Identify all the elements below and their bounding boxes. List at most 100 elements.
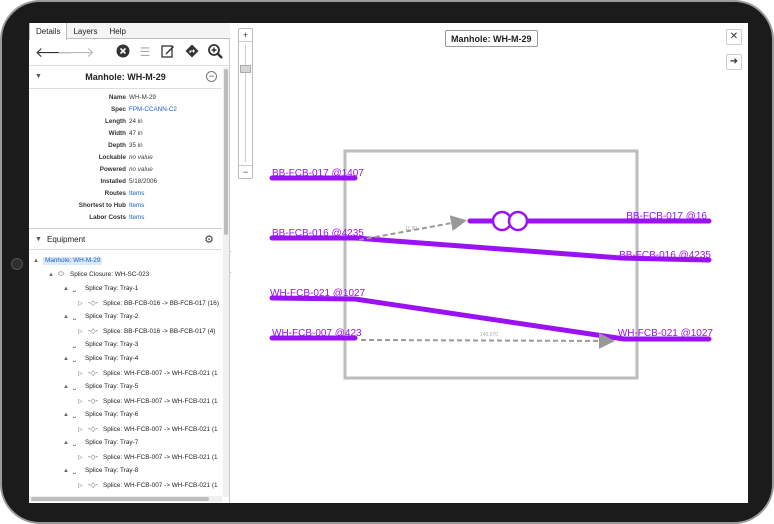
attribute-key: Shortest to Hub <box>78 202 126 209</box>
tree-item-label[interactable]: Splice Tray: Tray-5 <box>85 383 138 390</box>
tree-item[interactable]: ▲ ⎵ Splice Tray: Tray-5 <box>63 383 138 397</box>
collapsed-caret-icon[interactable]: ▷ <box>78 328 88 335</box>
link-label: 140.070 <box>480 332 498 338</box>
tree-item-label[interactable]: Splice Tray: Tray-2 <box>85 313 138 320</box>
home-button[interactable] <box>11 258 23 270</box>
splice-link-arrow[interactable] <box>360 332 615 349</box>
tree-item-label[interactable]: Splice: WH-FCB-007 -> WH-FCB-021 (1 <box>103 426 218 433</box>
caret-down-icon[interactable]: ▼ <box>35 236 42 243</box>
tree-item[interactable]: ▷ -◇- Splice: WH-FCB-007 -> WH-FCB-021 (1 <box>78 397 218 411</box>
tree-item[interactable]: ▷ -◇- Splice: WH-FCB-007 -> WH-FCB-021 (1 <box>78 453 218 467</box>
tree-item-label[interactable]: Splice Tray: Tray-4 <box>85 355 138 362</box>
tray-icon: ⎵ <box>73 341 76 348</box>
back-arrow-icon[interactable]: 🡐 <box>35 44 73 60</box>
expanded-caret-icon[interactable]: ▲ <box>63 286 73 292</box>
tab-help[interactable]: Help <box>103 23 131 39</box>
attribute-row: Shortest to Hub Items <box>29 201 222 213</box>
tree-item-label[interactable]: Splice Tray: Tray-6 <box>85 411 138 418</box>
splice-connector-icon[interactable] <box>507 210 529 232</box>
expanded-caret-icon[interactable]: ▲ <box>63 440 73 446</box>
schematic-view[interactable]: BB-FCB-017 @1407 BB-FCB-016 @4235 WH-FCB-0… <box>231 23 748 503</box>
tree-item-label[interactable]: Splice Tray: Tray-1 <box>85 285 138 292</box>
splice-icon: -◇- <box>88 328 99 335</box>
zoom-in-button[interactable]: + <box>239 29 252 42</box>
equipment-header[interactable]: ▼ Equipment ⚙ <box>29 228 222 250</box>
collapsed-caret-icon[interactable]: ▷ <box>78 370 88 377</box>
tree-horizontal-scrollbar[interactable] <box>29 496 222 502</box>
splice-icon: -◇- <box>88 300 99 307</box>
collapsed-caret-icon[interactable]: ▷ <box>78 426 88 433</box>
tree-item-label[interactable]: Splice Closure: WH-SC-023 <box>70 271 149 278</box>
tree-item[interactable]: ▲ ⎵ Splice Tray: Tray-6 <box>63 411 138 425</box>
collapsed-caret-icon[interactable]: ▷ <box>78 454 88 461</box>
collapsed-caret-icon[interactable]: ▷ <box>78 398 88 405</box>
expanded-caret-icon[interactable]: ▲ <box>63 314 73 320</box>
clear-icon[interactable] <box>115 44 131 60</box>
tree-item[interactable]: ▲ ⎵ Splice Tray: Tray-1 <box>63 285 138 299</box>
collapsed-caret-icon[interactable]: ▷ <box>78 482 88 489</box>
scroll-thumb[interactable] <box>224 69 228 235</box>
attribute-value[interactable]: Items <box>129 190 144 197</box>
directions-icon[interactable] <box>184 44 200 60</box>
tree-item[interactable]: ▲ ⎵ Splice Tray: Tray-7 <box>63 439 138 453</box>
tree-item[interactable]: ▷ -◇- Splice: WH-FCB-007 -> WH-FCB-021 (1 <box>78 425 218 439</box>
feature-header[interactable]: ▼ Manhole: WH-M-29 − <box>29 67 222 89</box>
attribute-row: Routes Items <box>29 189 222 201</box>
tree-item-label[interactable]: Splice: WH-FCB-007 -> WH-FCB-021 (1 <box>103 370 218 377</box>
equipment-tree: ▲ Manhole: WH-M-29 ▲ ⬭ Splice Closure: WH-SC… <box>29 257 222 495</box>
collapse-icon[interactable]: − <box>206 71 217 82</box>
attribute-list: Name WH-M-29 Spec FPM-CCANN-C2 Length 24 in Wi… <box>29 93 222 225</box>
expanded-caret-icon[interactable]: ▲ <box>63 384 73 390</box>
attribute-value[interactable]: Items <box>129 202 144 209</box>
tray-icon: ⎵ <box>73 355 76 362</box>
expanded-caret-icon[interactable]: ▲ <box>63 412 73 418</box>
forward-arrow-icon[interactable]: 🡒 <box>57 44 95 60</box>
panel-vertical-scrollbar[interactable] <box>223 67 229 497</box>
scroll-thumb[interactable] <box>31 497 209 501</box>
attribute-key: Depth <box>108 142 126 149</box>
tab-layers[interactable]: Layers <box>67 23 103 39</box>
tree-item[interactable]: ▲ ⎵ Splice Tray: Tray-2 <box>63 313 138 327</box>
tree-item[interactable]: ▲ ⎵ Splice Tray: Tray-8 <box>63 467 138 481</box>
tree-item-label[interactable]: Splice: WH-FCB-007 -> WH-FCB-021 (1 <box>103 454 218 461</box>
tray-icon: ⎵ <box>73 383 76 390</box>
edit-icon[interactable] <box>160 44 176 60</box>
expanded-caret-icon[interactable]: ▲ <box>63 356 73 362</box>
tree-item-label[interactable]: Splice Tray: Tray-7 <box>85 439 138 446</box>
expanded-caret-icon[interactable]: ▲ <box>48 272 58 278</box>
tab-details[interactable]: Details <box>29 23 68 40</box>
list-icon[interactable]: ☰ <box>137 44 153 60</box>
tree-item-label[interactable]: Splice Tray: Tray-3 <box>85 341 138 348</box>
expanded-caret-icon[interactable]: ▲ <box>63 468 73 474</box>
attribute-value: 47 in <box>129 130 143 137</box>
attribute-value[interactable]: FPM-CCANN-C2 <box>129 106 177 113</box>
tree-item[interactable]: ▲ ⎵ Splice Tray: Tray-4 <box>63 355 138 369</box>
next-button[interactable]: ➜ <box>726 54 742 70</box>
tree-item-label[interactable]: Splice: WH-FCB-007 -> WH-FCB-021 (1 <box>103 482 218 489</box>
cable-label: BB-FCB-016 @4235 <box>272 228 364 239</box>
tree-item-label[interactable]: Splice: WH-FCB-007 -> WH-FCB-021 (1 <box>103 398 218 405</box>
attribute-value: 5/18/2006 <box>129 178 158 185</box>
tree-item-label[interactable]: Splice: BB-FCB-016 -> BB-FCB-017 (16) <box>103 300 219 307</box>
attribute-row: Width 47 in <box>29 129 222 141</box>
tree-item-label[interactable]: Splice Tray: Tray-8 <box>85 467 138 474</box>
collapsed-caret-icon[interactable]: ▷ <box>78 300 88 307</box>
attribute-row: Name WH-M-29 <box>29 93 222 105</box>
tree-item[interactable]: ▷ -◇- Splice: WH-FCB-007 -> WH-FCB-021 (1 <box>78 369 218 383</box>
zoom-to-icon[interactable] <box>207 44 223 60</box>
tree-item[interactable]: ▲ Manhole: WH-M-29 <box>33 257 103 271</box>
tree-item[interactable]: ▷ -◇- Splice: BB-FCB-016 -> BB-FCB-017 (4) <box>78 327 215 341</box>
attribute-value: WH-M-29 <box>129 94 156 101</box>
tree-item-label[interactable]: Manhole: WH-M-29 <box>43 257 103 265</box>
tree-item[interactable]: ▷ -◇- Splice: WH-FCB-007 -> WH-FCB-021 (1 <box>78 481 218 495</box>
tree-item[interactable]: ▲ ⬭ Splice Closure: WH-SC-023 <box>48 271 149 285</box>
tree-item[interactable]: ⎵ Splice Tray: Tray-3 <box>63 341 138 355</box>
zoom-out-button[interactable]: − <box>239 165 252 178</box>
expanded-caret-icon[interactable]: ▲ <box>33 258 43 264</box>
tree-item[interactable]: ▷ -◇- Splice: BB-FCB-016 -> BB-FCB-017 (16… <box>78 299 219 313</box>
zoom-slider[interactable] <box>240 65 251 73</box>
attribute-value[interactable]: Items <box>129 214 144 221</box>
tree-item-label[interactable]: Splice: BB-FCB-016 -> BB-FCB-017 (4) <box>103 328 215 335</box>
close-button[interactable]: ✕ <box>726 29 742 45</box>
gear-icon[interactable]: ⚙ <box>204 233 214 246</box>
